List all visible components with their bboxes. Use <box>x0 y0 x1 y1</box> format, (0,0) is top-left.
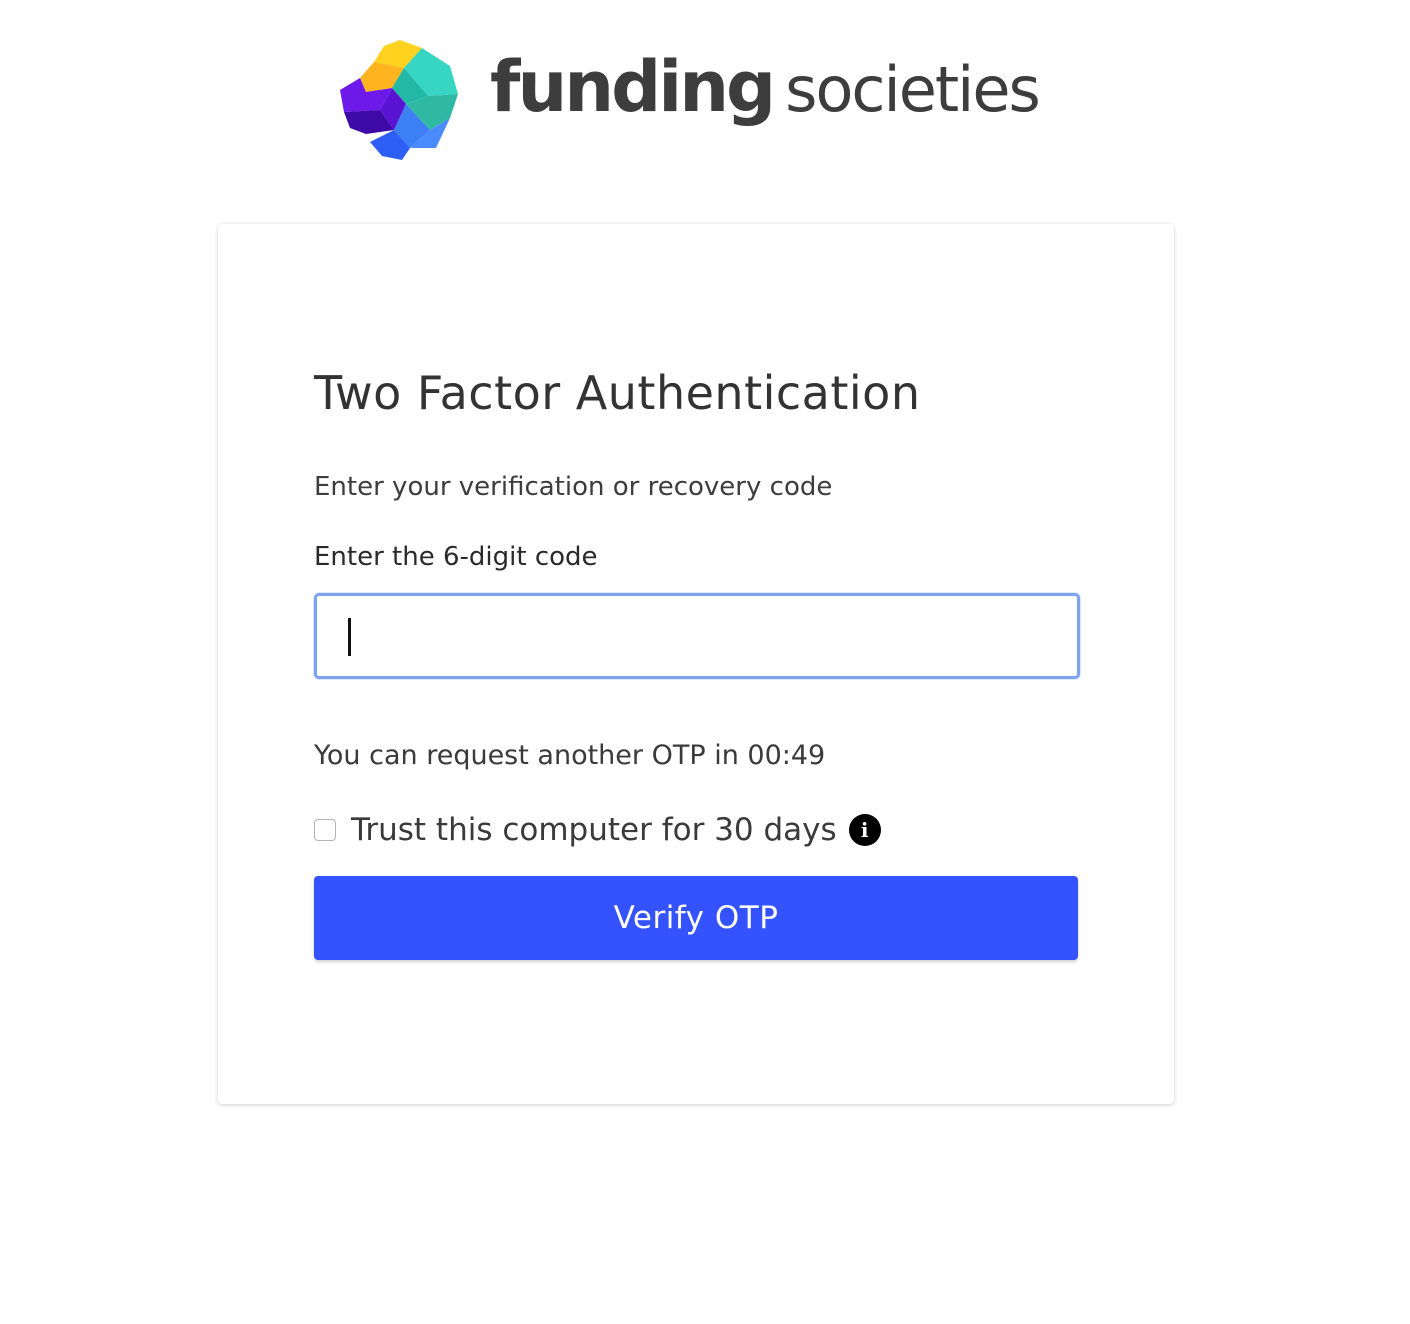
info-icon[interactable]: i <box>848 814 881 846</box>
trust-computer-checkbox[interactable] <box>314 819 336 841</box>
text-caret <box>348 618 351 656</box>
trust-computer-row: Trust this computer for 30 days i <box>314 808 881 852</box>
otp-code-input[interactable] <box>314 593 1080 679</box>
brand-word-societies: societies <box>785 53 1041 126</box>
code-field-label: Enter the 6-digit code <box>314 542 598 572</box>
brand-wordmark: funding societies <box>490 52 1041 122</box>
brand-logo: funding societies <box>336 38 1066 162</box>
otp-resend-timer: You can request another OTP in 00:49 <box>314 740 826 771</box>
page-title: Two Factor Authentication <box>314 366 921 420</box>
verify-otp-button[interactable]: Verify OTP <box>314 876 1078 960</box>
two-factor-card: Two Factor Authentication Enter your ver… <box>218 224 1174 1104</box>
instruction-text: Enter your verification or recovery code <box>314 472 833 502</box>
trust-computer-label[interactable]: Trust this computer for 30 days <box>351 812 837 848</box>
brand-word-funding: funding <box>490 46 776 128</box>
funding-societies-logo-icon <box>340 40 458 160</box>
